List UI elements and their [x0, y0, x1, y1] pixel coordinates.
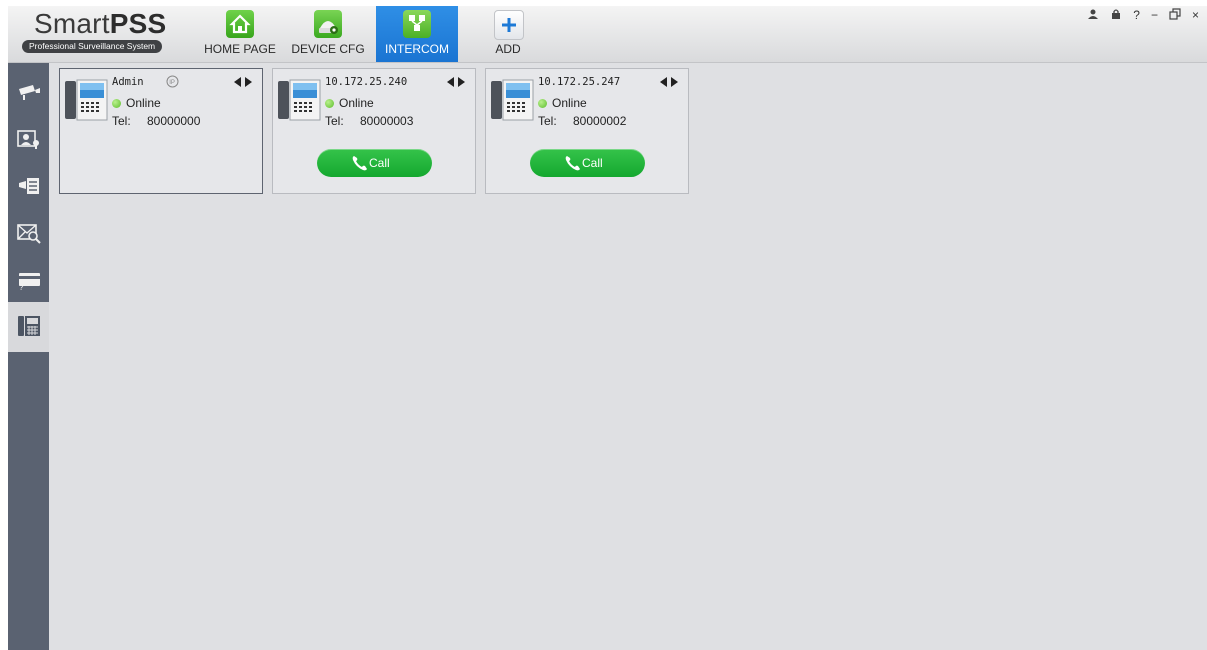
message-search-icon — [17, 224, 41, 244]
device-status: Online — [126, 96, 161, 110]
close-button[interactable]: × — [1192, 8, 1199, 24]
tel-label: Tel: — [538, 114, 557, 128]
device-config-icon — [314, 10, 342, 38]
sidebar: ? — [8, 63, 49, 650]
tel-number: 80000003 — [360, 114, 414, 128]
ip-phone-icon[interactable]: IP — [166, 75, 179, 88]
switch-arrows-icon[interactable] — [660, 77, 678, 87]
camera-icon — [19, 85, 40, 100]
sidebar-item-card[interactable]: ? — [8, 257, 49, 304]
card-icon: ? — [19, 273, 40, 291]
video-intercom-device-icon — [278, 79, 321, 121]
app-logo: SmartPSS Professional Surveillance Syste… — [22, 9, 182, 57]
tel-label: Tel: — [325, 114, 344, 128]
online-status-icon — [112, 99, 121, 108]
online-status-icon — [325, 99, 334, 108]
nav-home-page[interactable]: HOME PAGE — [202, 6, 278, 62]
phone-handset-icon — [352, 156, 367, 171]
announcement-icon — [19, 178, 39, 194]
tel-number: 80000002 — [573, 114, 627, 128]
nav-label: HOME PAGE — [204, 42, 276, 56]
help-button[interactable]: ? — [1133, 8, 1140, 24]
nav-label: DEVICE CFG — [291, 42, 365, 56]
intercom-icon — [403, 10, 431, 38]
device-status: Online — [552, 96, 587, 110]
nav-device-cfg[interactable]: DEVICE CFG — [288, 6, 368, 62]
user-icon[interactable] — [1087, 8, 1099, 24]
device-name: 10.172.25.247 — [538, 76, 621, 88]
lock-icon[interactable] — [1110, 8, 1122, 24]
switch-arrows-icon[interactable] — [234, 77, 252, 87]
call-button-label: Call — [582, 156, 603, 170]
video-talk-icon — [17, 130, 39, 149]
switch-arrows-icon[interactable] — [447, 77, 465, 87]
intercom-panel-icon — [18, 316, 40, 336]
call-button[interactable]: Call — [530, 149, 645, 177]
device-name: 10.172.25.240 — [325, 76, 408, 88]
device-card-10-172-25-247[interactable]: 10.172.25.247 Online Tel: 80000002 Call — [485, 68, 689, 194]
logo-tagline: Professional Surveillance System — [22, 40, 163, 53]
sidebar-item-announcement[interactable] — [8, 163, 49, 210]
app-window: SmartPSS Professional Surveillance Syste… — [8, 6, 1207, 650]
nav-intercom[interactable]: INTERCOM — [376, 6, 458, 62]
logo-text-bold: PSS — [109, 8, 167, 39]
call-button[interactable]: Call — [317, 149, 432, 177]
video-intercom-device-icon — [65, 79, 108, 121]
device-status: Online — [339, 96, 374, 110]
sidebar-item-video-talk[interactable] — [8, 116, 49, 163]
add-icon — [494, 10, 524, 40]
device-name: Admin — [112, 76, 144, 88]
phone-handset-icon — [565, 156, 580, 171]
tel-label: Tel: — [112, 114, 131, 128]
minimize-button[interactable]: − — [1151, 8, 1158, 24]
svg-text:IP: IP — [169, 80, 175, 86]
device-card-admin[interactable]: Admin IP Online Tel: 80000000 — [59, 68, 263, 194]
top-bar: SmartPSS Professional Surveillance Syste… — [8, 6, 1207, 63]
tel-number: 80000000 — [147, 114, 201, 128]
sidebar-item-intercom-panel[interactable] — [8, 302, 49, 352]
sidebar-item-camera[interactable] — [8, 69, 49, 116]
online-status-icon — [538, 99, 547, 108]
logo-text: Smart — [34, 8, 110, 39]
nav-add[interactable]: ADD — [478, 6, 538, 62]
call-button-label: Call — [369, 156, 390, 170]
window-controls: ? − × — [1087, 8, 1199, 24]
sidebar-item-message-search[interactable] — [8, 210, 49, 257]
restore-icon[interactable] — [1169, 8, 1181, 24]
home-icon — [226, 10, 254, 38]
device-card-10-172-25-240[interactable]: 10.172.25.240 Online Tel: 80000003 Call — [272, 68, 476, 194]
nav-label: INTERCOM — [385, 42, 449, 56]
svg-text:?: ? — [19, 283, 24, 291]
video-intercom-device-icon — [491, 79, 534, 121]
nav-label: ADD — [495, 42, 521, 56]
